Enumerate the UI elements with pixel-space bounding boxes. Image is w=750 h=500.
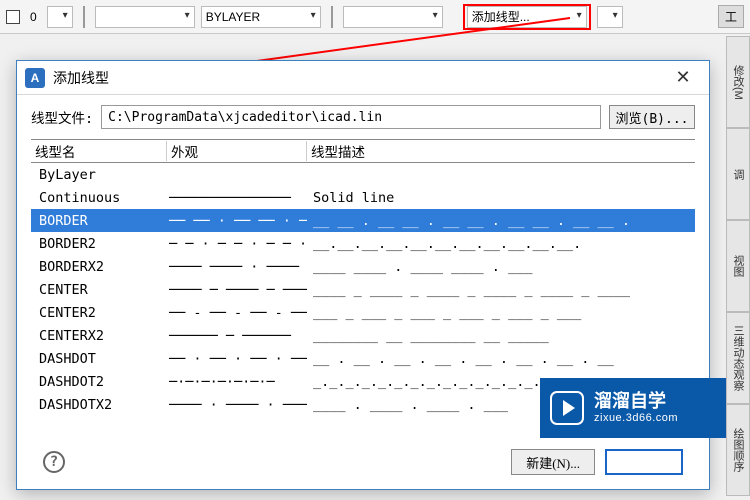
list-header: 线型名 外观 线型描述 (31, 139, 695, 163)
file-row: 线型文件: 浏览(B)... (31, 105, 695, 129)
row-desc: ____ _ ____ _ ____ _ ____ _ ____ _ ____ (307, 282, 695, 298)
list-item[interactable]: BORDER2─ ─ · ─ ─ · ─ ─ · ─__.__.__.__.__… (31, 232, 695, 255)
row-desc: __.__.__.__.__.__.__.__.__.__.__. (307, 236, 695, 252)
help-icon[interactable]: ? (43, 451, 65, 473)
layer-name-dropdown[interactable]: BYLAYER (201, 6, 321, 28)
row-name: DASHDOT (31, 351, 167, 367)
row-desc: ___ _ ___ _ ___ _ ___ _ ___ _ ___ (307, 305, 695, 321)
app-icon: A (25, 68, 45, 88)
list-item[interactable]: ByLayer (31, 163, 695, 186)
sidetab-tune[interactable]: 调 (726, 128, 750, 220)
row-desc: Solid line (307, 190, 695, 206)
row-appearance: ─·─·─·─·─·─·─ (167, 374, 307, 390)
linetype-dropdown[interactable]: 添加线型... (467, 6, 587, 28)
layer-visibility-checkbox[interactable] (6, 10, 20, 24)
dialog-footer: ? 新建(N)... (31, 441, 695, 483)
row-appearance: ── ── · ── ── · ── (167, 213, 307, 229)
list-item[interactable]: CENTER2── - ── - ── - ──___ _ ___ _ ___ … (31, 301, 695, 324)
sidetab-3dorbit[interactable]: 三维动态观察 (726, 312, 750, 404)
lineweight-dropdown[interactable] (343, 6, 443, 28)
row-appearance: ────── ─ ────── (167, 328, 307, 344)
list-item[interactable]: Continuous───────────────Solid line (31, 186, 695, 209)
row-appearance: ── · ── · ── · ── (167, 351, 307, 367)
row-name: DASHDOT2 (31, 374, 167, 390)
ok-button[interactable] (605, 449, 683, 475)
close-icon[interactable]: ✕ (665, 64, 701, 92)
row-desc: __ . __ . __ . __ . __ . __ . __ . __ (307, 351, 695, 367)
row-desc: __ __ . __ __ . __ __ . __ __ . __ __ . (307, 213, 695, 229)
row-name: DASHDOTX2 (31, 397, 167, 413)
watermark-brand: 溜溜自学 zixue.3d66.com (540, 378, 726, 438)
col-header-name[interactable]: 线型名 (31, 141, 167, 161)
play-icon (550, 391, 584, 425)
list-item[interactable]: CENTERX2────── ─ ──────________ __ _____… (31, 324, 695, 347)
brand-name-cn: 溜溜自学 (594, 391, 678, 412)
layer-name-value: BYLAYER (206, 10, 260, 24)
row-appearance: ─ ─ · ─ ─ · ─ ─ · ─ (167, 236, 307, 252)
new-button[interactable]: 新建(N)... (511, 449, 595, 475)
row-appearance: ─────────────── (167, 190, 307, 206)
list-item[interactable]: DASHDOT── · ── · ── · ──__ . __ . __ . _… (31, 347, 695, 370)
dialog-title: 添加线型 (53, 68, 665, 88)
row-name: Continuous (31, 190, 167, 206)
add-linetype-highlight: 添加线型... (463, 4, 591, 30)
list-item[interactable]: BORDERX2──── ──── · ────____ ____ . ____… (31, 255, 695, 278)
row-name: BORDER (31, 213, 167, 229)
toolbar-separator (83, 6, 85, 28)
dialog-titlebar: A 添加线型 ✕ (17, 61, 709, 95)
brand-name-en: zixue.3d66.com (594, 412, 678, 425)
row-desc: ________ __ ________ __ _____ (307, 328, 695, 344)
layer-index-label: 0 (26, 10, 41, 24)
extra-dropdown[interactable] (597, 6, 623, 28)
sidetab-view[interactable]: 视图 (726, 220, 750, 312)
row-name: CENTER2 (31, 305, 167, 321)
browse-button[interactable]: 浏览(B)... (609, 105, 695, 129)
color-dropdown[interactable] (95, 6, 195, 28)
file-path-input[interactable] (101, 105, 601, 129)
layer-dropdown[interactable] (47, 6, 73, 28)
row-name: CENTERX2 (31, 328, 167, 344)
right-side-tabs: 修改(M 调 视图 三维动态观察 绘图顺序 (726, 36, 750, 496)
sidetab-draworder[interactable]: 绘图顺序 (726, 404, 750, 496)
row-name: BORDER2 (31, 236, 167, 252)
toolbar-separator-2 (331, 6, 333, 28)
col-header-appearance[interactable]: 外观 (167, 141, 307, 161)
sidetab-modify[interactable]: 修改(M (726, 36, 750, 128)
row-appearance: ──── ─ ──── ─ ──── (167, 282, 307, 298)
row-appearance: ── - ── - ── - ── (167, 305, 307, 321)
file-label: 线型文件: (31, 107, 93, 127)
top-toolbar: 0 BYLAYER 添加线型... 工 (0, 0, 750, 34)
row-appearance: ──── ──── · ──── (167, 259, 307, 275)
list-item[interactable]: BORDER── ── · ── ── · ──__ __ . __ __ . … (31, 209, 695, 232)
tool-label: 工 (718, 5, 744, 28)
row-appearance: ──── · ──── · ──── (167, 397, 307, 413)
row-desc: ____ ____ . ____ ____ . ___ (307, 259, 695, 275)
row-name: CENTER (31, 282, 167, 298)
row-name: BORDERX2 (31, 259, 167, 275)
col-header-desc[interactable]: 线型描述 (307, 141, 695, 161)
linetype-dropdown-label: 添加线型... (472, 8, 530, 25)
list-item[interactable]: CENTER──── ─ ──── ─ ────____ _ ____ _ __… (31, 278, 695, 301)
row-name: ByLayer (31, 167, 167, 183)
